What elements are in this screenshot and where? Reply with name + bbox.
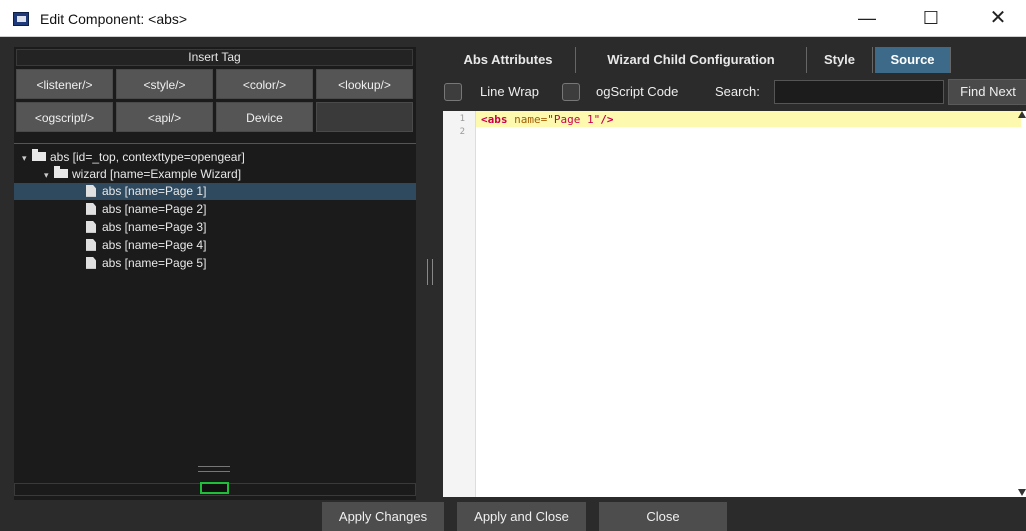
scroll-down-icon[interactable] [1018,489,1026,496]
code-string-token: "Page 1" [547,113,601,126]
tree-node-root[interactable]: ▾ abs [id=_top, contexttype=opengear] [22,149,245,166]
tree-node-page-1[interactable]: abs [name=Page 1] [14,183,416,200]
insert-style-button[interactable]: <style/> [116,69,213,99]
tree-node-wizard[interactable]: ▾ wizard [name=Example Wizard] [44,166,241,183]
tab-bar: Abs Attributes Wizard Child Configuratio… [441,47,1026,73]
tree-node-page-2[interactable]: abs [name=Page 2] [86,201,206,218]
close-window-button[interactable]: ✕ [975,0,1021,37]
title-bar: Edit Component: <abs> — ☐ ✕ [0,0,1026,37]
tree-node-label: abs [name=Page 2] [102,202,207,216]
insert-tag-header: Insert Tag [16,49,413,66]
apply-changes-button[interactable]: Apply Changes [322,502,444,531]
line-number-gutter: 1 2 [443,111,476,497]
document-icon [86,184,96,197]
tree-node-label: wizard [name=Example Wizard] [72,167,242,181]
insert-ogscript-button[interactable]: <ogscript/> [16,102,113,132]
document-icon [86,256,96,269]
tab-source[interactable]: Source [875,47,951,73]
tree-node-label: abs [name=Page 3] [102,220,207,234]
ogscript-code-checkbox[interactable] [562,83,580,101]
status-indicator [200,482,229,494]
line-wrap-checkbox[interactable] [444,83,462,101]
code-tag-token: /> [600,113,614,126]
line-number: 2 [459,127,465,137]
window-title: Edit Component: <abs> [40,11,188,27]
ogscript-code-label: ogScript Code [596,84,679,99]
minimize-button[interactable]: — [844,0,890,37]
insert-lookup-button[interactable]: <lookup/> [316,69,413,99]
chevron-down-icon[interactable]: ▾ [44,167,54,184]
search-label: Search: [715,84,760,99]
document-icon [86,238,96,251]
dialog-footer: Apply Changes Apply and Close Close [0,500,1026,531]
horizontal-splitter-grip[interactable] [198,466,230,472]
find-next-button[interactable]: Find Next [948,79,1026,105]
line-wrap-label: Line Wrap [480,84,540,99]
tab-wizard-child-configuration[interactable]: Wizard Child Configuration [576,47,807,73]
tree-node-page-3[interactable]: abs [name=Page 3] [86,219,206,236]
close-button[interactable]: Close [599,502,727,531]
chevron-down-icon[interactable]: ▾ [22,150,32,167]
search-input[interactable] [774,80,944,104]
vertical-splitter-grip[interactable] [427,259,433,285]
insert-listener-button[interactable]: <listener/> [16,69,113,99]
left-panel: Insert Tag <listener/> <style/> <color/>… [14,47,416,505]
source-toolbar: Line Wrap ogScript Code Search: Find Nex… [441,79,1026,105]
tab-style[interactable]: Style [807,47,873,73]
app-icon [13,12,29,26]
tree-node-label: abs [id=_top, contexttype=opengear] [50,150,245,164]
tree-node-label: abs [name=Page 5] [102,256,207,270]
maximize-button[interactable]: ☐ [908,0,954,37]
code-line-1[interactable]: <abs name="Page 1"/> [481,113,613,126]
insert-color-button[interactable]: <color/> [216,69,313,99]
scroll-up-icon[interactable] [1018,111,1026,118]
folder-open-icon [32,149,46,162]
line-number: 1 [459,114,465,124]
document-icon [86,202,96,215]
tree-node-label: abs [name=Page 4] [102,238,207,252]
insert-api-button[interactable]: <api/> [116,102,213,132]
insert-device-button[interactable]: Device [216,102,313,132]
apply-and-close-button[interactable]: Apply and Close [457,502,586,531]
source-editor[interactable]: 1 2 <abs name="Page 1"/> [443,111,1026,497]
tab-abs-attributes[interactable]: Abs Attributes [441,47,576,73]
folder-open-icon [54,166,68,179]
empty-tag-slot [316,102,413,132]
code-tag-token: <abs [481,113,508,126]
component-tree: ▾ abs [id=_top, contexttype=opengear] ▾ wi… [14,143,416,505]
tree-node-label: abs [name=Page 1] [102,184,207,198]
code-attr-token: name= [507,113,548,126]
document-icon [86,220,96,233]
tree-node-page-4[interactable]: abs [name=Page 4] [86,237,206,254]
tree-node-page-5[interactable]: abs [name=Page 5] [86,255,206,272]
